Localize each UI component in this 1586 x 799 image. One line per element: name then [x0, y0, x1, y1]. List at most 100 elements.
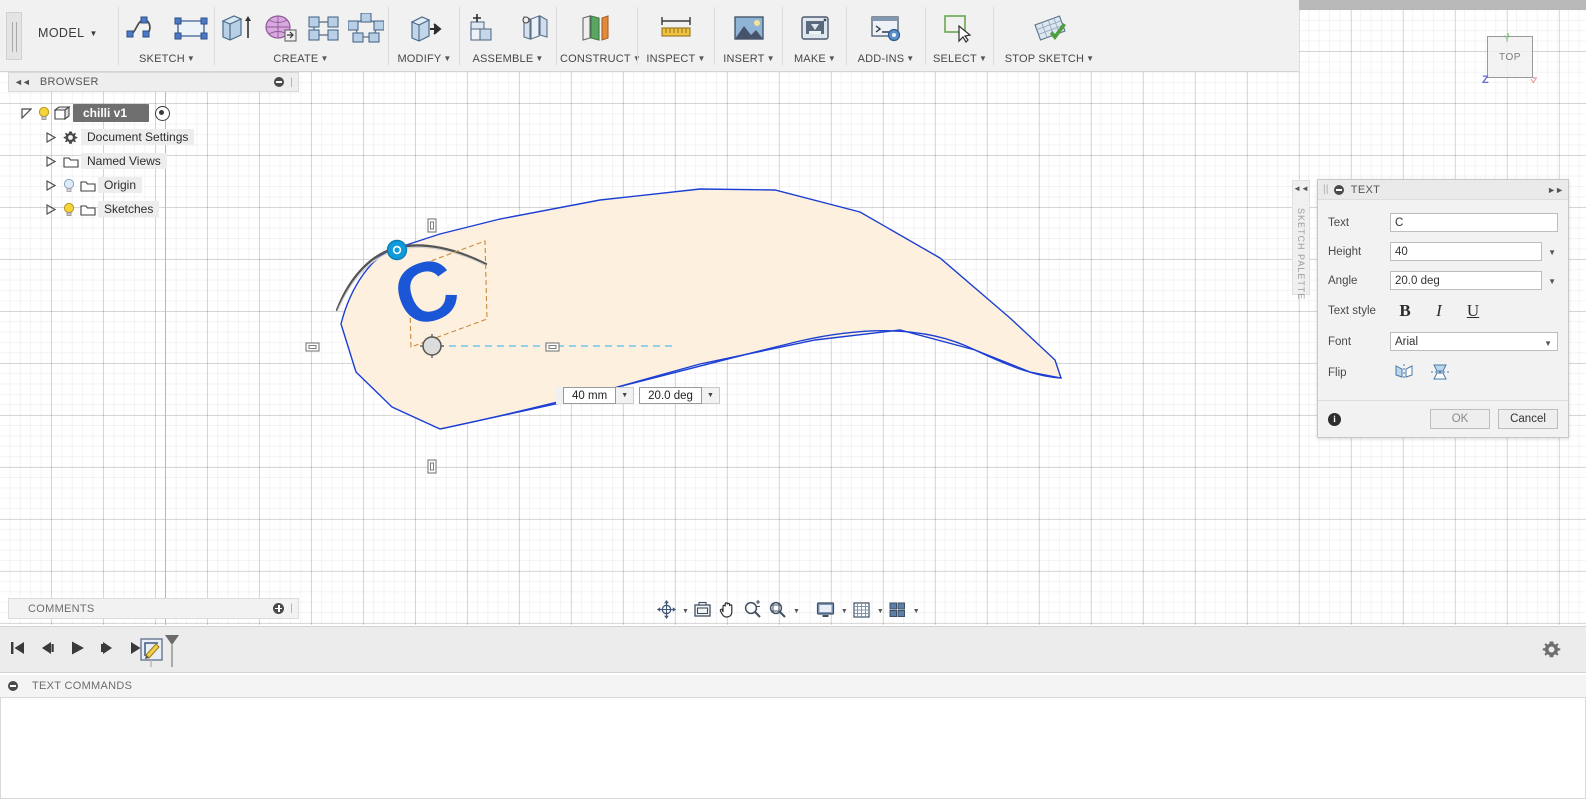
expand-arrow-icon[interactable]	[43, 177, 60, 194]
joint-icon[interactable]	[512, 7, 552, 49]
text-dialog-header[interactable]: || TEXT ►►	[1318, 180, 1568, 200]
expand-arrow-icon[interactable]	[43, 201, 60, 218]
select-cursor-icon[interactable]	[940, 7, 980, 49]
chevron-down-icon[interactable]: ▼	[1548, 277, 1556, 286]
lightbulb-on-icon[interactable]	[35, 106, 52, 121]
chevron-down-icon[interactable]: ▼	[1544, 339, 1552, 348]
display-settings-icon[interactable]	[814, 598, 837, 622]
add-comment-icon[interactable]	[273, 603, 285, 614]
chevron-down-icon[interactable]: ▼	[841, 608, 848, 615]
ribbon-group-make[interactable]: MAKE ▼	[786, 0, 844, 72]
zoom-window-icon[interactable]	[766, 598, 789, 622]
height-input[interactable]: 40	[1390, 242, 1542, 261]
radio-selected-icon[interactable]	[155, 105, 171, 121]
ribbon-group-construct[interactable]: CONSTRUCT▼	[560, 0, 641, 72]
collapse-right-icon[interactable]: ◄◄	[1293, 184, 1309, 193]
sidebar-item-document-settings[interactable]: Document Settings	[8, 125, 299, 149]
expand-arrow-icon[interactable]	[18, 105, 35, 122]
browser-panel[interactable]: ◄◄ BROWSER | chilli v1 Document Settings…	[8, 72, 299, 221]
underline-button[interactable]: U	[1460, 300, 1486, 322]
ribbon-group-insert[interactable]: INSERT ▼	[718, 0, 780, 72]
constraint-glyph-vertical-2[interactable]	[427, 459, 437, 474]
chevron-down-icon[interactable]: ▼	[913, 608, 920, 615]
pan-hand-icon[interactable]	[716, 598, 739, 622]
chevron-down-icon[interactable]: ▼	[793, 608, 800, 615]
revolve-icon[interactable]	[262, 7, 298, 49]
angle-value-box[interactable]: 20.0 deg	[639, 387, 702, 404]
tree-root-chilli[interactable]: chilli v1	[8, 101, 299, 125]
dialog-drag-handle[interactable]: ||	[1323, 184, 1329, 195]
expand-right-icon[interactable]: ►►	[1547, 185, 1564, 195]
text-dialog[interactable]: || TEXT ►► Text Height 40 ▼ Angle 20.0 d…	[1317, 179, 1569, 438]
constraint-glyph-horizontal-2[interactable]	[545, 342, 560, 352]
browser-tree[interactable]: chilli v1 Document Settings Named Views	[8, 101, 299, 221]
lightbulb-on-icon[interactable]	[60, 202, 77, 217]
insert-mesh-icon[interactable]	[729, 7, 769, 49]
sweep-icon[interactable]	[306, 7, 340, 49]
press-pull-icon[interactable]	[405, 7, 445, 49]
flip-horizontal-icon[interactable]	[1394, 363, 1414, 383]
timeline-feature-sketch[interactable]	[140, 633, 180, 669]
ribbon-group-stop-sketch[interactable]: STOP SKETCH ▼	[997, 0, 1102, 72]
step-forward-icon[interactable]	[98, 637, 117, 659]
grid-snaps-icon[interactable]	[850, 598, 873, 622]
bold-button[interactable]: B	[1392, 300, 1418, 322]
minimize-icon[interactable]	[8, 681, 18, 691]
3d-print-icon[interactable]	[795, 7, 835, 49]
view-cube[interactable]: TOP Y X Z	[1482, 33, 1537, 83]
orbit-icon[interactable]	[655, 598, 678, 622]
stop-sketch-icon[interactable]	[1030, 7, 1070, 49]
offset-plane-icon[interactable]	[576, 7, 616, 49]
sidebar-item-sketches[interactable]: Sketches	[8, 197, 299, 221]
info-icon[interactable]: i	[1328, 412, 1341, 426]
minimize-icon[interactable]	[274, 77, 285, 87]
constraint-glyph-vertical-1[interactable]	[427, 218, 437, 233]
viewports-icon[interactable]	[886, 598, 909, 622]
expand-arrow-icon[interactable]	[43, 129, 60, 146]
new-component-icon[interactable]	[464, 7, 504, 49]
sidebar-item-origin[interactable]: Origin	[8, 173, 299, 197]
expand-arrow-icon[interactable]	[43, 153, 60, 170]
spline-icon[interactable]	[123, 7, 163, 49]
text-commands-console[interactable]	[0, 698, 1586, 799]
extrude-icon[interactable]	[218, 7, 254, 49]
measure-icon[interactable]	[656, 7, 696, 49]
ribbon-toolbar[interactable]: MODEL ▼ SKETCH ▼ CREATE ▼ MODIFY ▼ ASSEM…	[0, 0, 1299, 72]
ribbon-grip-handle[interactable]	[6, 12, 22, 60]
comments-resize-handle[interactable]: |	[290, 603, 293, 614]
ok-button[interactable]: OK	[1430, 409, 1490, 429]
constraint-glyph-horizontal-1[interactable]	[305, 342, 320, 352]
zoom-icon[interactable]	[741, 598, 764, 622]
angle-input[interactable]: 20.0 deg	[1390, 271, 1542, 290]
play-icon[interactable]	[68, 637, 87, 659]
go-to-beginning-icon[interactable]	[8, 637, 27, 659]
chevron-down-icon[interactable]: ▼	[682, 608, 689, 615]
timeline-playback-controls[interactable]	[8, 637, 147, 659]
minimize-icon[interactable]	[1333, 184, 1344, 195]
italic-button[interactable]: I	[1426, 300, 1452, 322]
ribbon-group-inspect[interactable]: INSPECT ▼	[641, 0, 711, 72]
ribbon-group-addins[interactable]: ADD-INS ▼	[850, 0, 922, 72]
sketch-palette-tab[interactable]: ◄◄ SKETCH PALETTE	[1292, 180, 1310, 300]
look-at-icon[interactable]	[691, 598, 714, 622]
ribbon-group-create[interactable]: CREATE ▼	[218, 0, 384, 72]
chevron-down-icon[interactable]: ▼	[616, 387, 635, 404]
step-back-icon[interactable]	[38, 637, 57, 659]
collapse-left-icon[interactable]: ◄◄	[14, 77, 31, 87]
chevron-down-icon[interactable]: ▼	[877, 608, 884, 615]
canvas-value-editors[interactable]: 40 mm ▼ 20.0 deg ▼	[556, 386, 720, 405]
distance-value-box[interactable]: 40 mm	[563, 387, 617, 404]
ribbon-group-sketch[interactable]: SKETCH ▼	[122, 0, 212, 72]
ribbon-group-modify[interactable]: MODIFY ▼	[392, 0, 457, 72]
value-editor-drag-handle[interactable]	[556, 387, 563, 404]
text-dialog-footer[interactable]: i OK Cancel	[1318, 400, 1568, 437]
workspace-switcher[interactable]: MODEL ▼	[38, 26, 98, 40]
chevron-down-icon[interactable]: ▼	[701, 387, 720, 404]
browser-header[interactable]: ◄◄ BROWSER |	[8, 72, 299, 92]
text-input[interactable]	[1390, 213, 1558, 232]
text-dialog-body[interactable]: Text Height 40 ▼ Angle 20.0 deg ▼ Text s…	[1318, 200, 1568, 400]
navigation-bar[interactable]: ▼ ▼ ▼ ▼ ▼	[655, 597, 920, 622]
scripts-addins-icon[interactable]	[866, 7, 906, 49]
sidebar-item-named-views[interactable]: Named Views	[8, 149, 299, 173]
ribbon-group-assemble[interactable]: ASSEMBLE ▼	[463, 0, 553, 72]
